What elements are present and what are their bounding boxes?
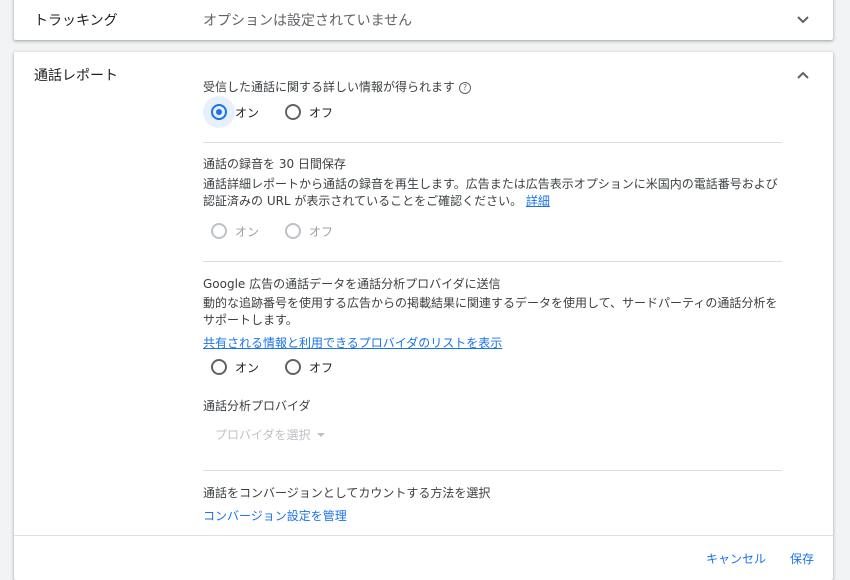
analytics-description: 動的な追跡番号を使用する広告からの掲載結果に関連するデータを使用して、サードパー… xyxy=(203,296,778,327)
save-button[interactable]: 保存 xyxy=(790,550,814,567)
learn-more-link[interactable]: 詳細 xyxy=(526,194,550,208)
recording-description: 通話詳細レポートから通話の録音を再生します。広告または広告表示オプションに米国内… xyxy=(203,176,781,210)
divider xyxy=(203,261,782,262)
radio-label-on: オン xyxy=(235,105,260,120)
provider-list-link[interactable]: 共有される情報と利用できるプロバイダのリストを表示 xyxy=(203,336,502,350)
analytics-radio-group: オン オフ xyxy=(203,351,351,383)
call-reporting-title: 通話レポート xyxy=(34,68,118,84)
radio-checked-icon xyxy=(211,104,227,120)
recording-desc-text: 通話詳細レポートから通話の録音を再生します。広告または広告表示オプションに米国内… xyxy=(203,177,778,208)
recording-off-radio[interactable]: オフ xyxy=(277,215,333,247)
recording-radio-group: オン オフ xyxy=(203,215,351,247)
radio-label-off: オフ xyxy=(309,105,334,120)
call-reporting-section: 通話レポート 受信した通話に関する詳しい情報が得られます? オン オフ 通話の録… xyxy=(14,52,833,580)
recording-on-radio[interactable]: オン xyxy=(203,215,259,247)
radio-label-on: オン xyxy=(235,360,260,375)
divider xyxy=(203,470,782,471)
footer-divider xyxy=(14,535,833,536)
radio-unchecked-icon xyxy=(285,359,302,375)
provider-select[interactable]: プロバイダを選択 xyxy=(215,426,325,443)
cancel-button[interactable]: キャンセル xyxy=(706,550,766,567)
detailed-info-on-radio[interactable]: オン xyxy=(203,96,259,128)
analytics-question: Google 広告の通話データを通話分析プロバイダに送信 xyxy=(203,277,501,291)
provider-select-placeholder: プロバイダを選択 xyxy=(215,428,311,442)
divider xyxy=(203,142,782,143)
detailed-info-radio-group: オン オフ xyxy=(203,96,351,128)
radio-disabled-icon xyxy=(285,223,302,239)
tracking-summary: オプションは設定されていません xyxy=(203,13,413,29)
analytics-link-row: 共有される情報と利用できるプロバイダのリストを表示 xyxy=(203,335,781,352)
manage-conversions-link[interactable]: コンバージョン設定を管理 xyxy=(203,507,347,524)
detailed-info-off-radio[interactable]: オフ xyxy=(277,96,333,128)
chevron-up-icon[interactable] xyxy=(793,65,813,85)
detailed-info-question: 受信した通話に関する詳しい情報が得られます? xyxy=(203,78,472,95)
radio-unchecked-icon xyxy=(285,104,302,120)
analytics-off-radio[interactable]: オフ xyxy=(277,351,333,383)
tracking-section[interactable]: トラッキング オプションは設定されていません xyxy=(14,0,833,40)
conversion-label: 通話をコンバージョンとしてカウントする方法を選択 xyxy=(203,486,491,500)
radio-disabled-icon xyxy=(211,223,227,239)
recording-question: 通話の録音を 30 日間保存 xyxy=(203,157,346,171)
dropdown-caret-icon xyxy=(316,432,325,437)
radio-label-on: オン xyxy=(235,224,260,239)
provider-label: 通話分析プロバイダ xyxy=(203,399,311,413)
radio-label-off: オフ xyxy=(309,224,334,239)
detailed-info-label: 受信した通話に関する詳しい情報が得られます xyxy=(203,80,456,94)
chevron-down-icon[interactable] xyxy=(793,10,813,30)
tracking-title: トラッキング xyxy=(34,13,118,29)
help-icon[interactable]: ? xyxy=(459,82,472,94)
radio-label-off: オフ xyxy=(309,360,334,375)
analytics-on-radio[interactable]: オン xyxy=(203,351,259,383)
radio-unchecked-icon xyxy=(211,359,227,375)
